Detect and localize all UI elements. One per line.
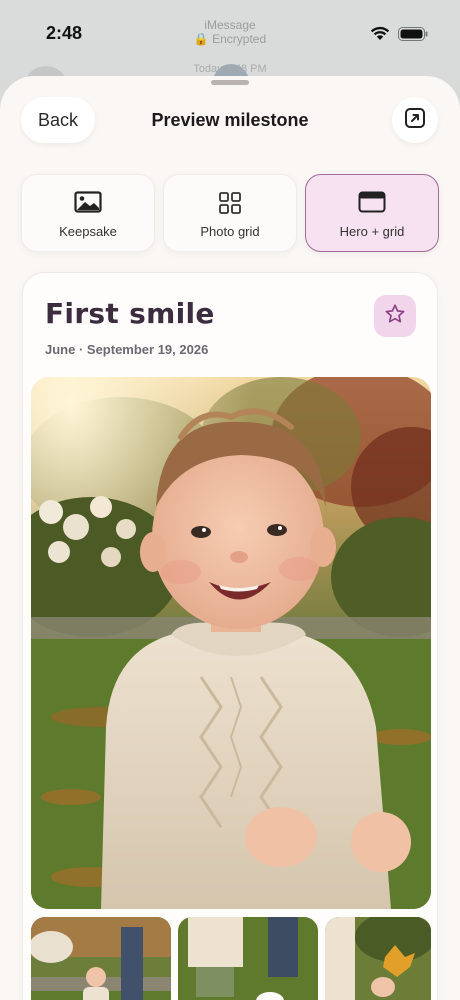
sheet-grabber[interactable] xyxy=(211,80,249,85)
share-button[interactable] xyxy=(392,97,438,143)
back-button[interactable]: Back xyxy=(21,97,95,143)
battery-icon xyxy=(398,26,428,46)
wifi-icon xyxy=(370,26,390,46)
thumbnail-1[interactable] xyxy=(31,917,171,1000)
layout-tab-hero-grid[interactable]: Hero + grid xyxy=(305,174,439,252)
sheet-title: Preview milestone xyxy=(151,110,309,130)
imessage-subtitle: Encrypted xyxy=(212,32,267,46)
status-bar: 2:48 iMessage 🔒 Encrypted xyxy=(0,0,460,70)
layout-tab-keepsake[interactable]: Keepsake xyxy=(21,174,155,252)
hero-photo[interactable] xyxy=(31,377,431,909)
preview-sheet: Back Preview milestone Keepsake Photo gr… xyxy=(0,76,460,1000)
layout-tab-label: Photo grid xyxy=(200,224,260,239)
milestone-date: June · September 19, 2026 xyxy=(45,342,209,357)
favorite-button[interactable] xyxy=(374,295,416,337)
layout-tab-label: Keepsake xyxy=(59,224,117,239)
status-icons xyxy=(370,26,428,46)
lock-icon: 🔒 xyxy=(193,32,209,46)
layout-tab-label: Hero + grid xyxy=(339,224,405,239)
thumbnail-2[interactable] xyxy=(178,917,318,1000)
grid-icon xyxy=(218,191,242,220)
layout-tab-photo-grid[interactable]: Photo grid xyxy=(163,174,297,252)
milestone-title: First smile xyxy=(45,297,215,330)
hero-layout-icon xyxy=(358,191,386,218)
milestone-card: First smile June · September 19, 2026 xyxy=(22,272,438,1000)
thumbnail-3[interactable] xyxy=(325,917,431,1000)
star-icon xyxy=(384,303,406,330)
image-icon xyxy=(74,191,102,218)
share-out-icon xyxy=(404,107,426,134)
